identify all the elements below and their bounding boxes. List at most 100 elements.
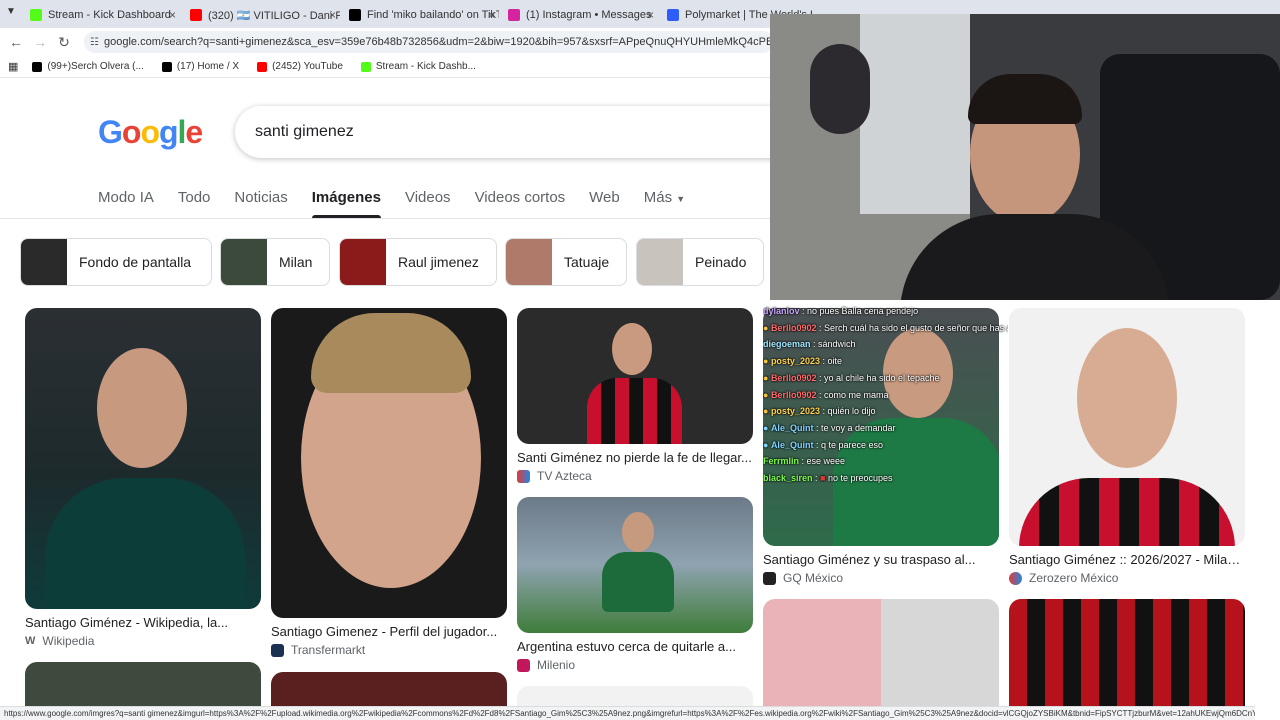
result-image[interactable] xyxy=(25,308,261,609)
tab-videos[interactable]: Videos xyxy=(405,180,451,218)
tab-list-icon[interactable]: ▼ xyxy=(6,6,16,17)
result-caption[interactable]: Santi Giménez no pierde la fe de llegar.… xyxy=(517,450,753,465)
streamer-hair xyxy=(968,74,1082,124)
result-source[interactable]: Milenio xyxy=(517,658,753,672)
address-bar[interactable]: ☷ google.com/search?q=santi+gimenez&sca_… xyxy=(84,31,774,53)
result-image[interactable] xyxy=(517,497,753,633)
tv-azteca-icon xyxy=(517,469,530,483)
result-image[interactable] xyxy=(1009,599,1245,719)
tab-mas-label: Más xyxy=(643,189,673,206)
image-result[interactable]: Santi Giménez no pierde la fe de llegar.… xyxy=(517,308,753,483)
tab-modo-ia[interactable]: Modo IA xyxy=(98,180,154,218)
tab-web[interactable]: Web xyxy=(589,180,620,218)
youtube-icon xyxy=(190,9,202,21)
bookmark-item[interactable]: (99+)Serch Olvera (... xyxy=(32,61,144,72)
result-caption[interactable]: Santiago Gimenez - Perfil del jugador... xyxy=(271,624,507,639)
browser-tab[interactable]: (1) Instagram • Messages × xyxy=(508,4,658,26)
chip-milan[interactable]: Milan xyxy=(220,238,330,286)
result-image[interactable] xyxy=(517,308,753,444)
url-text: google.com/search?q=santi+gimenez&sca_es… xyxy=(104,36,774,48)
player-face xyxy=(1077,328,1177,468)
tab-noticias[interactable]: Noticias xyxy=(234,180,287,218)
image-result[interactable]: Santiago Giménez - Wikipedia, la... W Wik… xyxy=(25,308,261,648)
chat-message: ● posty_2023 : quién lo dijo xyxy=(763,406,876,417)
back-icon[interactable]: ← xyxy=(4,34,28,50)
chat-user: Ale_Quint xyxy=(770,439,814,450)
chat-message: ● Berllo0902 : como me mama xyxy=(763,389,889,400)
result-source[interactable]: Transfermarkt xyxy=(271,643,507,657)
result-image[interactable] xyxy=(763,599,999,719)
result-caption[interactable]: Argentina estuvo cerca de quitarle a... xyxy=(517,639,753,654)
reload-icon[interactable]: ↻ xyxy=(52,34,76,51)
result-source[interactable]: TV Azteca xyxy=(517,469,753,483)
kick-icon xyxy=(30,9,42,21)
source-label: Transfermarkt xyxy=(291,643,366,657)
chip-thumbnail xyxy=(221,239,267,285)
forward-icon[interactable]: → xyxy=(28,34,52,50)
bookmark-item[interactable]: (17) Home / X xyxy=(161,61,239,72)
result-source[interactable]: W Wikipedia xyxy=(25,634,261,648)
close-icon[interactable]: × xyxy=(169,8,176,22)
tab-title: Stream - Kick Dashboard xyxy=(48,9,171,21)
chip-raul-jimenez[interactable]: Raul jimenez xyxy=(339,238,497,286)
tab-todo[interactable]: Todo xyxy=(178,180,211,218)
chat-message: ● Ale_Quint : q te parece eso xyxy=(763,439,884,450)
result-source[interactable]: GQ México xyxy=(763,571,999,585)
browser-tab[interactable]: Stream - Kick Dashboard × xyxy=(30,4,180,26)
tiktok-icon xyxy=(32,61,43,72)
image-result[interactable] xyxy=(763,599,999,719)
chip-fondo-de-pantalla[interactable]: Fondo de pantalla xyxy=(20,238,212,286)
image-result[interactable]: Santiago Giménez :: 2026/2027 - Milan...… xyxy=(1009,308,1245,585)
chat-message: diegoeman : sándwich xyxy=(763,339,856,350)
result-source[interactable]: Zerozero México xyxy=(1009,571,1245,585)
stream-chat-overlay: dylanlov : no pues Balla cena pendejo ● … xyxy=(763,303,1008,487)
chat-message: black_siren : ■ no te preocupes xyxy=(763,473,893,484)
player-face xyxy=(97,348,187,468)
chip-thumbnail xyxy=(637,239,683,285)
bookmark-item[interactable]: (2452) YouTube xyxy=(257,61,343,72)
result-caption[interactable]: Santiago Giménez y su traspaso al... xyxy=(763,552,999,567)
tab-imagenes[interactable]: Imágenes xyxy=(311,180,382,218)
google-logo[interactable]: Google xyxy=(98,114,203,151)
chat-user: diegoeman xyxy=(763,339,811,350)
search-input[interactable]: santi gimenez xyxy=(235,106,835,158)
badge-icon: ● xyxy=(763,406,771,417)
chat-text: te voy a demandar xyxy=(820,422,896,433)
chat-text: yo al chile ha sido el tepache xyxy=(823,372,940,383)
chat-text: como me mama xyxy=(823,389,889,400)
image-result[interactable] xyxy=(1009,599,1245,719)
badge-icon: ● xyxy=(763,439,771,450)
tab-title: Find 'miko bailando' on TikTok xyxy=(367,9,499,21)
badge-icon: ● xyxy=(763,322,771,333)
browser-tab[interactable]: (320) 🇦🇷 VITILIGO - Dani Flow× xyxy=(190,4,340,26)
result-caption[interactable]: Santiago Giménez - Wikipedia, la... xyxy=(25,615,261,630)
browser-tab[interactable]: Find 'miko bailando' on TikTok × xyxy=(349,4,499,26)
apps-icon[interactable]: ▦ xyxy=(8,60,18,73)
close-icon[interactable]: × xyxy=(329,8,336,22)
bookmark-item[interactable]: Stream - Kick Dashb... xyxy=(360,61,476,72)
result-image[interactable] xyxy=(271,308,507,618)
image-result[interactable]: Santiago Gimenez - Perfil del jugador...… xyxy=(271,308,507,657)
close-icon[interactable]: × xyxy=(647,8,654,22)
zerozero-icon xyxy=(1009,571,1022,585)
tab-title: (320) 🇦🇷 VITILIGO - Dani Flow xyxy=(208,9,340,22)
player-face xyxy=(622,512,654,552)
source-label: TV Azteca xyxy=(537,469,592,483)
x-icon xyxy=(161,61,172,72)
badge-icon: ● xyxy=(763,356,771,367)
chip-peinado[interactable]: Peinado xyxy=(636,238,764,286)
chat-message: ● Ale_Quint : te voy a demandar xyxy=(763,422,896,433)
badge-icon: ● xyxy=(763,372,771,383)
chip-tatuaje[interactable]: Tatuaje xyxy=(505,238,627,286)
tab-videos-cortos[interactable]: Videos cortos xyxy=(475,180,566,218)
site-info-icon[interactable]: ☷ xyxy=(90,37,99,48)
wikipedia-icon: W xyxy=(25,635,36,647)
source-label: GQ México xyxy=(783,571,844,585)
image-result[interactable]: Argentina estuvo cerca de quitarle a... … xyxy=(517,497,753,672)
result-image[interactable] xyxy=(1009,308,1245,546)
result-caption[interactable]: Santiago Giménez :: 2026/2027 - Milan... xyxy=(1009,552,1245,567)
bookmark-label: Stream - Kick Dashb... xyxy=(375,61,476,72)
chat-user: Ale_Quint xyxy=(770,422,814,433)
tab-mas[interactable]: Más ▼ xyxy=(644,180,685,218)
close-icon[interactable]: × xyxy=(488,8,495,22)
